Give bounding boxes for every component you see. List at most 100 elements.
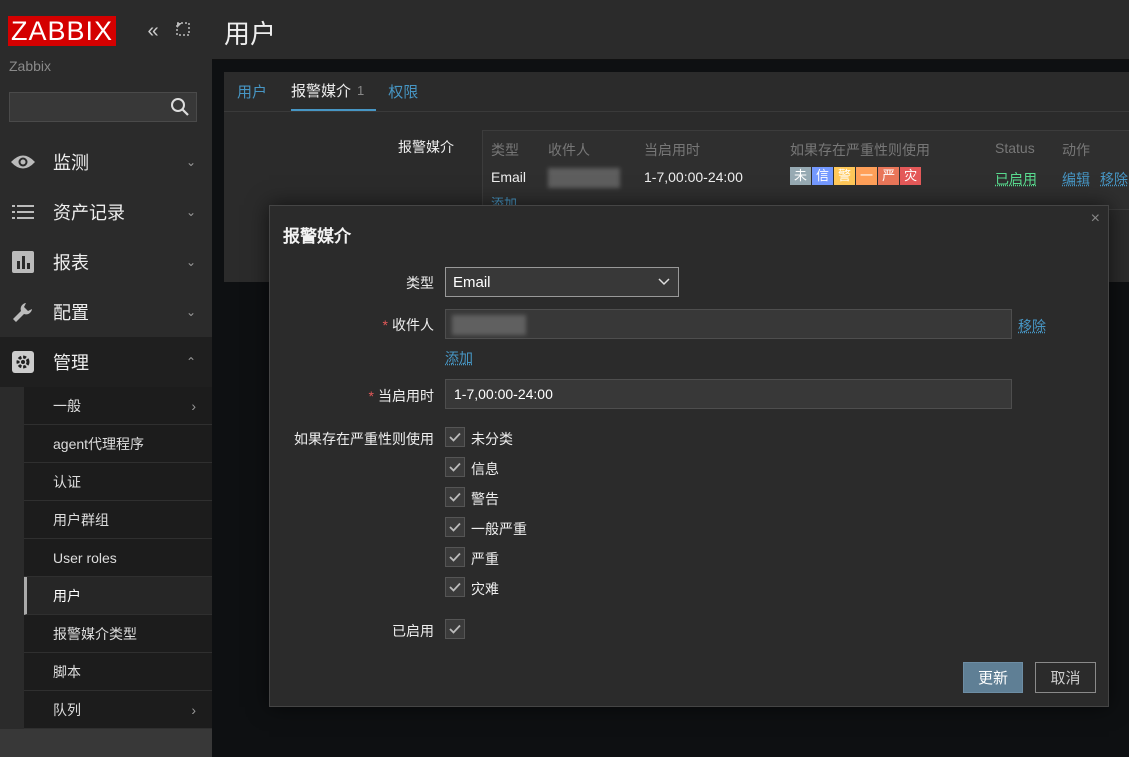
when-active-label-text: 当启用时	[378, 388, 434, 404]
close-icon[interactable]: ×	[1091, 210, 1100, 228]
severity-checkbox-information[interactable]	[445, 457, 465, 477]
severity-checkbox-not-classified[interactable]	[445, 427, 465, 447]
column-header: 如果存在严重性则使用	[790, 142, 930, 158]
chevron-down-icon: ⌄	[185, 255, 196, 269]
recipient-redacted	[548, 168, 620, 188]
severity-badge: 灾	[900, 167, 922, 185]
submenu-label: agent代理程序	[53, 435, 145, 452]
severity-badge: 一	[856, 167, 878, 185]
menu-item-inventory[interactable]: 资产记录 ⌄	[0, 187, 212, 237]
recipient-remove-link[interactable]: 移除	[1018, 316, 1046, 336]
menu-item-reports[interactable]: 报表 ⌄	[0, 237, 212, 287]
enabled-checkbox[interactable]	[445, 619, 465, 639]
submenu-item-proxies[interactable]: agent代理程序	[24, 425, 212, 463]
type-select[interactable]: Email	[445, 267, 679, 297]
severity-option-label: 未分类	[471, 431, 513, 447]
recipient-input[interactable]	[445, 309, 1012, 339]
severity-option-label: 灾难	[471, 581, 499, 597]
submenu-item-users[interactable]: 用户	[24, 577, 212, 615]
tab-user[interactable]: 用户	[237, 72, 279, 111]
severity-option-label: 警告	[471, 491, 499, 507]
kiosk-mode-icon[interactable]	[173, 20, 193, 43]
checkmark-icon	[449, 462, 461, 472]
type-label-text: 类型	[406, 275, 434, 291]
submenu-item-authentication[interactable]: 认证	[24, 463, 212, 501]
submenu-label: 脚本	[53, 663, 81, 680]
media-field-label: 报警媒介	[398, 139, 454, 155]
menu-item-label: 资产记录	[53, 203, 125, 223]
submenu-item-general[interactable]: 一般 ›	[24, 387, 212, 425]
server-name: Zabbix	[9, 58, 52, 74]
checkmark-icon	[449, 582, 461, 592]
sidebar: ZABBIX « Zabbix 监测 ⌄ 资产记录 ⌄ 报表 ⌄ 配置 ⌄ 管理…	[0, 0, 212, 757]
status-enabled-link[interactable]: 已启用	[995, 169, 1037, 189]
tab-label: 用户	[237, 84, 268, 101]
sidebar-tools: «	[143, 20, 193, 43]
submenu-label: 队列	[53, 701, 81, 718]
severity-checkbox-warning[interactable]	[445, 487, 465, 507]
recipient-label: * 收件人	[270, 315, 434, 335]
menu-item-administration[interactable]: 管理 ⌃	[0, 337, 212, 387]
column-header: 当启用时	[644, 142, 700, 158]
checkmark-icon	[449, 552, 461, 562]
submenu-label: User roles	[53, 549, 117, 566]
column-header: 类型	[491, 142, 519, 158]
chevron-down-icon: ⌄	[185, 205, 196, 219]
severity-option-label: 一般严重	[471, 521, 527, 537]
list-icon	[10, 199, 36, 225]
submenu-item-scripts[interactable]: 脚本	[24, 653, 212, 691]
menu-item-configuration[interactable]: 配置 ⌄	[0, 287, 212, 337]
severity-badge: 严	[878, 167, 900, 185]
submenu-label: 认证	[53, 473, 81, 490]
severity-checkbox-average[interactable]	[445, 517, 465, 537]
submenu-label: 一般	[53, 397, 81, 414]
submenu-label: 用户	[53, 587, 81, 604]
severity-label: 如果存在严重性则使用	[270, 429, 434, 449]
media-table: 类型 收件人 当启用时 如果存在严重性则使用 Status 动作 Email 1…	[482, 130, 1129, 211]
chevron-up-icon: ⌃	[185, 355, 196, 369]
submenu-item-media-types[interactable]: 报警媒介类型	[24, 615, 212, 653]
menu-item-monitoring[interactable]: 监测 ⌄	[0, 137, 212, 187]
tab-label: 报警媒介	[291, 83, 352, 100]
severity-badge: 信	[812, 167, 834, 185]
menu-item-label: 管理	[53, 353, 89, 373]
submenu-item-user-groups[interactable]: 用户群组	[24, 501, 212, 539]
when-active-input[interactable]: 1-7,00:00-24:00	[445, 379, 1012, 409]
chevron-down-icon: ⌄	[185, 155, 196, 169]
severity-label-text: 如果存在严重性则使用	[294, 431, 434, 447]
required-marker: *	[368, 388, 374, 404]
tab-permissions[interactable]: 权限	[388, 72, 430, 111]
media-dialog: × 报警媒介 类型 Email * 收件人 移除 添加 * 当启用时 1-7,00:…	[269, 205, 1109, 707]
checkmark-icon	[449, 492, 461, 502]
collapse-sidebar-icon[interactable]: «	[143, 20, 163, 43]
remove-link[interactable]: 移除	[1100, 169, 1128, 189]
enabled-label: 已启用	[270, 621, 434, 641]
recipient-add-link[interactable]: 添加	[445, 348, 473, 368]
update-button[interactable]: 更新	[963, 662, 1023, 693]
media-type-cell: Email	[491, 169, 527, 185]
submenu-item-user-roles[interactable]: User roles	[24, 539, 212, 577]
severity-checkbox-high[interactable]	[445, 547, 465, 567]
wrench-icon	[10, 299, 36, 325]
tab-label: 权限	[388, 84, 419, 101]
gear-icon	[10, 349, 36, 375]
cancel-button[interactable]: 取消	[1035, 662, 1096, 693]
eye-icon	[10, 149, 36, 175]
search-icon[interactable]	[170, 97, 190, 117]
main-menu: 监测 ⌄ 资产记录 ⌄ 报表 ⌄ 配置 ⌄ 管理 ⌃ 一般 › agent代理程…	[0, 137, 212, 729]
zabbix-logo[interactable]: ZABBIX	[8, 16, 117, 46]
page-header: 用户	[212, 0, 1129, 60]
severity-badge: 未	[790, 167, 812, 185]
checkmark-icon	[449, 522, 461, 532]
submenu-item-queue[interactable]: 队列 ›	[24, 691, 212, 729]
bar-chart-icon	[10, 249, 36, 275]
tab-media[interactable]: 报警媒介 1	[291, 72, 377, 111]
submenu-label: 用户群组	[53, 511, 109, 528]
severity-checkbox-disaster[interactable]	[445, 577, 465, 597]
when-active-cell: 1-7,00:00-24:00	[644, 169, 743, 185]
severity-badges: 未信警一严灾	[790, 167, 922, 185]
type-select-value: Email	[453, 273, 491, 291]
search-input[interactable]	[9, 92, 197, 122]
sidebar-footer	[0, 729, 212, 757]
edit-link[interactable]: 编辑	[1062, 169, 1090, 189]
